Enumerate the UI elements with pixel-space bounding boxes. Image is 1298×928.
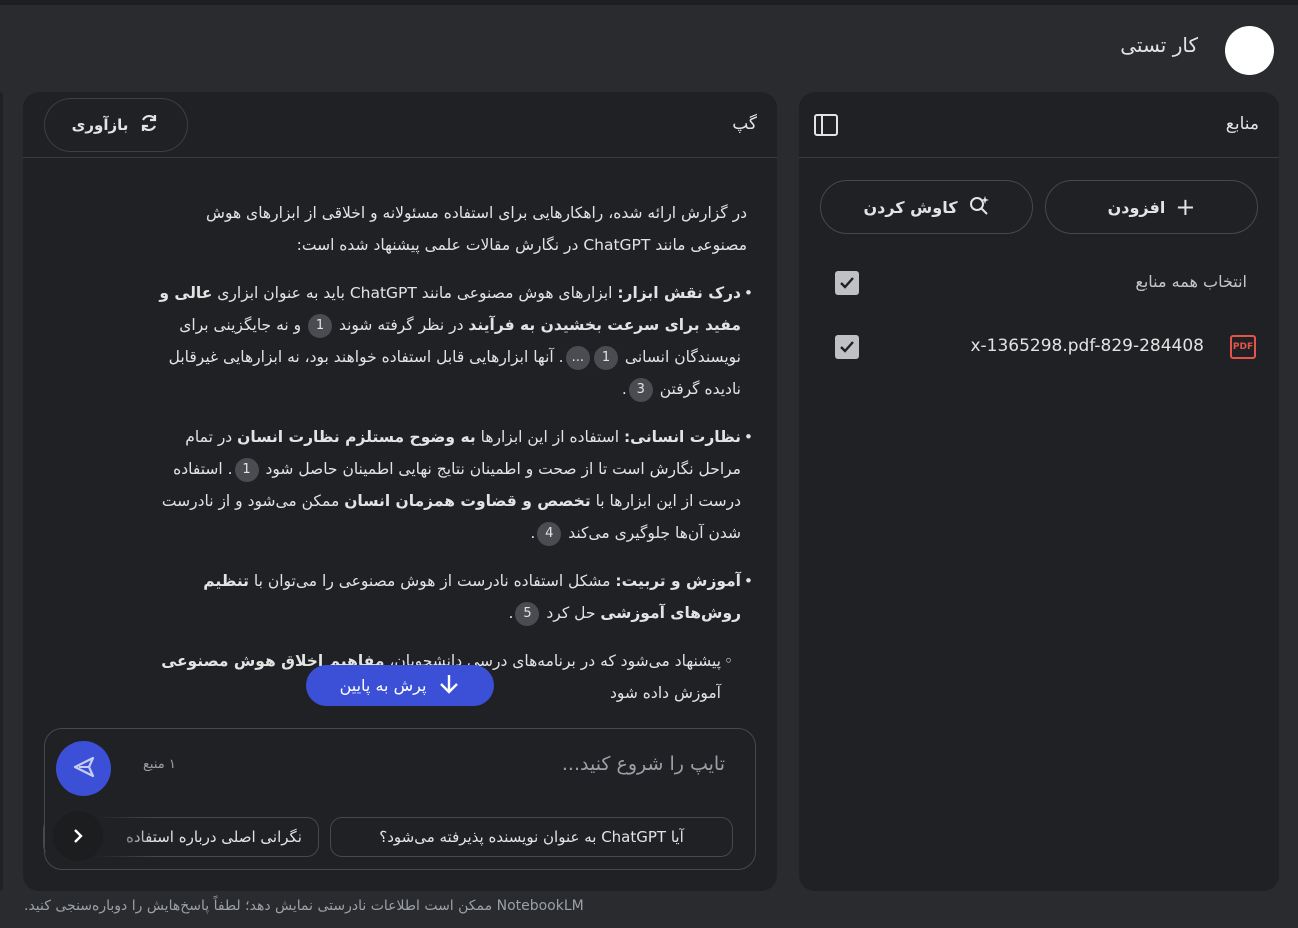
source-file-checkbox[interactable] bbox=[835, 335, 859, 359]
source-file-name[interactable]: x-1365298.pdf-829-284408 bbox=[970, 336, 1204, 356]
response-list: درک نقش ابزار: ابزارهای هوش مصنوعی مانند… bbox=[153, 277, 753, 709]
sources-panel: منابع + افزودن کاوش کردن انتخاب همه مناب… bbox=[799, 92, 1279, 891]
chat-input[interactable] bbox=[325, 753, 725, 775]
avatar[interactable] bbox=[1225, 26, 1274, 75]
citation-chip[interactable]: 4 bbox=[537, 521, 562, 546]
chat-title: گپ bbox=[732, 114, 757, 134]
chat-messages: در گزارش ارائه شده، راهکارهایی برای استف… bbox=[23, 159, 777, 719]
add-source-label: افزودن bbox=[1107, 197, 1166, 217]
arrow-down-icon bbox=[438, 673, 460, 699]
item-text: . bbox=[508, 604, 514, 622]
notebook-title[interactable]: کار تستی bbox=[1120, 33, 1198, 57]
citation-chip[interactable]: 5 bbox=[515, 601, 540, 626]
item-text: حل کرد bbox=[541, 604, 601, 622]
item-lead: آموزش و تربیت: bbox=[615, 572, 741, 590]
item-text: ابزارهای هوش مصنوعی مانند ChatGPT باید ب… bbox=[212, 284, 618, 302]
item-text: در نظر گرفته شوند bbox=[334, 316, 469, 334]
chevron-right-icon[interactable] bbox=[53, 811, 103, 861]
send-button[interactable] bbox=[56, 741, 111, 796]
item-text: . bbox=[621, 380, 627, 398]
item-text: آموزش داده شود bbox=[609, 684, 721, 702]
discover-button[interactable]: کاوش کردن bbox=[820, 180, 1033, 234]
source-count: ۱ منبع bbox=[143, 757, 176, 772]
refresh-button[interactable]: بازآوری bbox=[44, 98, 188, 152]
citation-chip[interactable]: 1 bbox=[234, 457, 259, 482]
citation-chip[interactable]: 1 bbox=[593, 345, 618, 370]
select-all-checkbox[interactable] bbox=[835, 271, 859, 295]
pdf-icon: PDF bbox=[1230, 335, 1256, 359]
discover-sparkle-icon bbox=[968, 194, 990, 220]
top-border bbox=[0, 0, 1298, 5]
select-all-label: انتخاب همه منابع bbox=[1135, 272, 1247, 291]
chat-composer: ۱ منبع آیا ChatGPT به عنوان نویسنده پذیر… bbox=[43, 728, 756, 870]
item-text: . bbox=[530, 524, 536, 542]
list-item: نظارت انسانی: استفاده از این ابزارها به … bbox=[153, 421, 753, 549]
jump-label: پرش به پایین bbox=[339, 676, 427, 695]
suggestion-chip[interactable]: آیا ChatGPT به عنوان نویسنده پذیرفته می‌… bbox=[330, 817, 733, 857]
chat-header: گپ بازآوری bbox=[23, 92, 777, 158]
jump-to-bottom-button[interactable]: پرش به پایین bbox=[306, 665, 494, 706]
list-item: درک نقش ابزار: ابزارهای هوش مصنوعی مانند… bbox=[153, 277, 753, 405]
response-intro: در گزارش ارائه شده، راهکارهایی برای استف… bbox=[206, 204, 747, 254]
add-source-button[interactable]: + افزودن bbox=[1045, 180, 1258, 234]
sources-title: منابع bbox=[1225, 114, 1259, 134]
chat-panel: گپ بازآوری در گزارش ارائه شده، راهکارهای… bbox=[23, 92, 777, 891]
item-strong: به وضوح مستلزم نظارت انسان bbox=[237, 428, 476, 446]
citation-chip[interactable]: 1 bbox=[308, 313, 333, 338]
item-text: مشکل استفاده نادرست از هوش مصنوعی را می‌… bbox=[248, 572, 616, 590]
item-strong: تخصص و قضاوت همزمان انسان bbox=[344, 492, 591, 510]
item-text: استفاده از این ابزارها bbox=[475, 428, 624, 446]
item-lead: درک نقش ابزار: bbox=[617, 284, 741, 302]
plus-icon: + bbox=[1175, 193, 1196, 221]
collapsed-studio-panel bbox=[0, 92, 3, 891]
list-item: آموزش و تربیت: مشکل استفاده نادرست از هو… bbox=[153, 565, 753, 629]
send-icon bbox=[71, 754, 97, 784]
citation-more-chip[interactable]: ... bbox=[565, 345, 590, 370]
disclaimer-note: NotebookLM ممکن است اطلاعات نادرستی نمای… bbox=[24, 898, 584, 914]
discover-label: کاوش کردن bbox=[863, 197, 958, 217]
sidebar-toggle-icon[interactable] bbox=[813, 112, 839, 138]
refresh-label: بازآوری bbox=[71, 116, 129, 134]
refresh-icon bbox=[138, 112, 160, 138]
citation-chip[interactable]: 3 bbox=[628, 377, 653, 402]
sources-header: منابع bbox=[799, 92, 1279, 158]
item-lead: نظارت انسانی: bbox=[623, 428, 741, 446]
